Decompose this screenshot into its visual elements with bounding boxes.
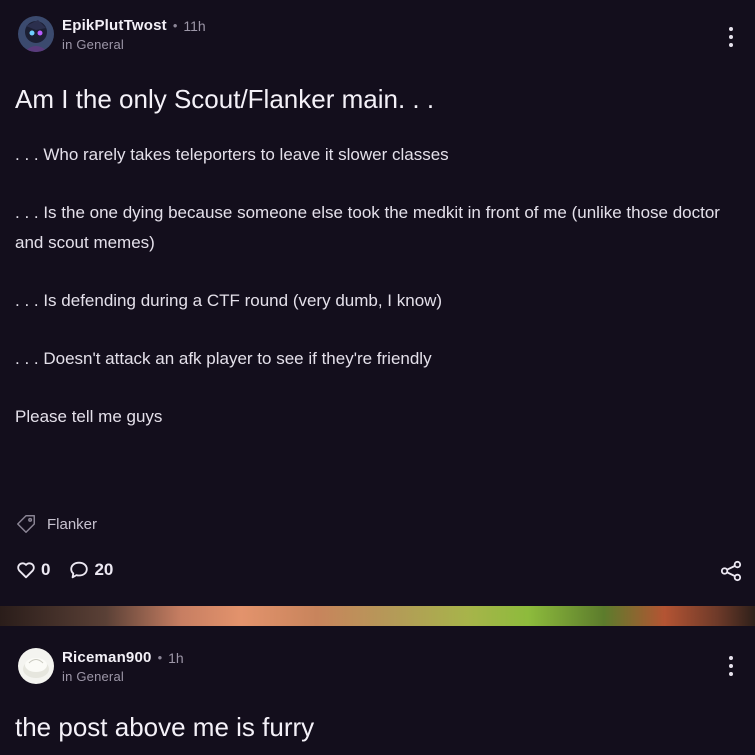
tag-icon bbox=[17, 515, 35, 533]
avatar[interactable] bbox=[18, 648, 54, 684]
like-button[interactable]: 0 bbox=[15, 559, 50, 581]
community-label[interactable]: in General bbox=[62, 37, 206, 52]
post-meta: Riceman900 • 1h in General bbox=[62, 648, 184, 684]
more-vertical-icon bbox=[729, 27, 733, 31]
post-time: 11h bbox=[183, 17, 206, 34]
post-time: 1h bbox=[168, 649, 184, 666]
tag-label: Flanker bbox=[47, 515, 98, 533]
more-vertical-icon bbox=[729, 656, 733, 660]
body-paragraph: . . . Is the one dying because someone e… bbox=[15, 203, 720, 252]
body-paragraph: . . . Doesn't attack an afk player to se… bbox=[15, 349, 432, 368]
like-count: 0 bbox=[41, 560, 51, 579]
author-name[interactable]: Riceman900 bbox=[62, 649, 152, 666]
author-name[interactable]: EpikPlutTwost bbox=[62, 17, 167, 34]
comment-button[interactable]: 20 bbox=[68, 559, 113, 581]
post-body: . . . Who rarely takes teleporters to le… bbox=[15, 140, 740, 460]
body-paragraph: . . . Who rarely takes teleporters to le… bbox=[15, 145, 449, 164]
post-header: EpikPlutTwost • 11h in General bbox=[18, 16, 206, 52]
post-card[interactable]: EpikPlutTwost • 11h in General Am I the … bbox=[0, 0, 755, 606]
more-options-button[interactable] bbox=[721, 23, 741, 51]
post-actions: 0 20 bbox=[15, 559, 131, 581]
separator-dot: • bbox=[157, 650, 163, 665]
share-button[interactable] bbox=[720, 560, 742, 582]
feed: EpikPlutTwost • 11h in General Am I the … bbox=[0, 0, 755, 755]
post-image-preview[interactable] bbox=[0, 606, 755, 626]
share-icon bbox=[720, 560, 742, 582]
more-options-button[interactable] bbox=[721, 652, 741, 680]
post-title[interactable]: Am I the only Scout/Flanker main. . . bbox=[15, 84, 434, 115]
community-label[interactable]: in General bbox=[62, 669, 184, 684]
post-tag[interactable]: Flanker bbox=[15, 513, 97, 535]
post-title[interactable]: the post above me is furry bbox=[15, 712, 314, 743]
comment-icon bbox=[70, 561, 89, 579]
avatar[interactable] bbox=[18, 16, 54, 52]
post-card[interactable]: Riceman900 • 1h in General the post abov… bbox=[0, 626, 755, 755]
separator-dot: • bbox=[172, 18, 178, 33]
body-paragraph: . . . Is defending during a CTF round (v… bbox=[15, 291, 443, 310]
comment-count: 20 bbox=[94, 560, 114, 579]
post-meta: EpikPlutTwost • 11h in General bbox=[62, 16, 206, 52]
post-header: Riceman900 • 1h in General bbox=[18, 648, 184, 684]
body-paragraph: Please tell me guys bbox=[15, 407, 163, 426]
heart-icon bbox=[17, 562, 35, 579]
